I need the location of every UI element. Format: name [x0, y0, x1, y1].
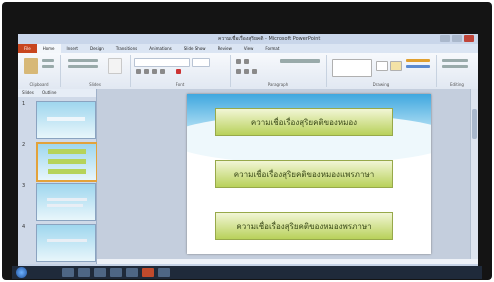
text-box[interactable]: ความเชื่อเรื่องสุริยคติของหมองแพรภาษา	[215, 160, 393, 188]
tab-slide-show[interactable]: Slide Show	[178, 44, 212, 53]
scrollbar-thumb[interactable]	[472, 109, 477, 139]
taskbar-media-icon[interactable]	[78, 268, 90, 277]
replace-icon[interactable]	[442, 65, 468, 68]
slide-number: 3	[22, 183, 26, 189]
ribbon: Clipboard Slides Font Paragraph Drawing …	[18, 53, 478, 90]
group-label-paragraph: Paragraph	[267, 82, 289, 87]
align-right-icon[interactable]	[252, 69, 257, 74]
thumb-text-line	[47, 239, 87, 242]
monitor-bezel: ความเชื่อเรื่องสุริยคติ - Microsoft Powe…	[2, 2, 492, 280]
thumb-box-3	[48, 169, 86, 174]
slide-number: 1	[22, 101, 26, 107]
new-slide-icon[interactable]	[108, 58, 122, 74]
italic-icon[interactable]	[144, 69, 149, 74]
slide-number: 4	[22, 224, 26, 230]
tab-format[interactable]: Format	[259, 44, 285, 53]
window-controls	[440, 35, 474, 42]
window-title: ความเชื่อเรื่องสุริยคติ - Microsoft Powe…	[218, 36, 321, 42]
group-label-clipboard: Clipboard	[29, 82, 49, 87]
align-left-icon[interactable]	[236, 69, 241, 74]
underline-icon[interactable]	[152, 69, 157, 74]
text-box-label: ความเชื่อเรื่องสุริยคติของหมอง	[250, 117, 358, 127]
numbering-icon[interactable]	[244, 59, 249, 64]
thumb-text-line	[47, 198, 87, 201]
arrange-icon[interactable]	[376, 61, 388, 71]
tab-view[interactable]: View	[238, 44, 260, 53]
taskbar-app-icon[interactable]	[110, 268, 122, 277]
tab-review[interactable]: Review	[212, 44, 238, 53]
tab-home[interactable]: Home	[36, 44, 61, 53]
thumb-text-line	[47, 204, 83, 207]
font-name-input[interactable]	[134, 58, 190, 67]
group-editing: Editing	[436, 55, 478, 87]
text-direction-icon[interactable]	[280, 59, 320, 63]
group-drawing: Drawing	[326, 55, 437, 87]
slide-editor: ความเชื่อเรื่องสุริยคติของหมอง ความเชื่อ…	[97, 89, 478, 259]
start-button-icon[interactable]	[16, 267, 27, 278]
text-box-label: ความเชื่อเรื่องสุริยคติของหมองพรภาษา	[236, 221, 372, 231]
find-icon[interactable]	[442, 59, 468, 62]
thumb-box-2	[48, 159, 86, 164]
shape-outline-icon[interactable]	[406, 65, 430, 68]
align-center-icon[interactable]	[244, 69, 249, 74]
current-slide[interactable]: ความเชื่อเรื่องสุริยคติของหมอง ความเชื่อ…	[187, 94, 431, 254]
thumb-box-1	[48, 149, 86, 154]
tab-animations[interactable]: Animations	[143, 44, 177, 53]
tab-outline-pane[interactable]: Outline	[42, 89, 56, 97]
bold-icon[interactable]	[136, 69, 141, 74]
group-paragraph: Paragraph	[230, 55, 327, 87]
cut-icon[interactable]	[42, 59, 54, 62]
thumb-title-placeholder	[47, 117, 85, 121]
vertical-scrollbar[interactable]	[470, 89, 478, 259]
pane-tabs: Slides Outline	[18, 89, 96, 97]
slide-number: 2	[22, 142, 26, 148]
bullets-icon[interactable]	[236, 59, 241, 64]
taskbar-powerpoint-icon[interactable]	[142, 268, 154, 277]
layout-icon[interactable]	[68, 59, 98, 62]
powerpoint-window: ความเชื่อเรื่องสุริยคติ - Microsoft Powe…	[18, 34, 478, 274]
tab-transitions[interactable]: Transitions	[110, 44, 143, 53]
maximize-icon[interactable]	[452, 35, 462, 42]
group-label-editing: Editing	[450, 82, 464, 87]
text-box[interactable]: ความเชื่อเรื่องสุริยคติของหมองพรภาษา	[215, 212, 393, 240]
thumbnail-image-selected[interactable]	[36, 142, 98, 182]
taskbar	[12, 266, 482, 279]
close-icon[interactable]	[464, 35, 474, 42]
taskbar-app-icon[interactable]	[126, 268, 138, 277]
thumbnail-image[interactable]	[36, 183, 96, 221]
thumbnail-image[interactable]	[36, 224, 96, 262]
taskbar-app-icon[interactable]	[158, 268, 170, 277]
group-label-font: Font	[175, 82, 185, 87]
shadow-icon[interactable]	[160, 69, 165, 74]
quick-styles-icon[interactable]	[390, 61, 402, 71]
group-clipboard: Clipboard	[18, 55, 61, 87]
tab-insert[interactable]: Insert	[61, 44, 84, 53]
group-label-slides: Slides	[89, 82, 101, 87]
minimize-icon[interactable]	[440, 35, 450, 42]
taskbar-browser-icon[interactable]	[94, 268, 106, 277]
shapes-gallery[interactable]	[332, 59, 372, 77]
thumbnail-image[interactable]	[36, 101, 96, 139]
taskbar-explorer-icon[interactable]	[62, 268, 74, 277]
copy-icon[interactable]	[42, 65, 54, 68]
font-size-input[interactable]	[192, 58, 210, 67]
text-box[interactable]: ความเชื่อเรื่องสุริยคติของหมอง	[215, 108, 393, 136]
group-font: Font	[130, 55, 231, 87]
shape-fill-icon[interactable]	[406, 59, 430, 62]
tab-design[interactable]: Design	[84, 44, 110, 53]
slides-pane: Slides Outline 1 2 3 4	[18, 89, 98, 264]
tab-slides-pane[interactable]: Slides	[22, 89, 34, 97]
title-bar: ความเชื่อเรื่องสุริยคติ - Microsoft Powe…	[18, 34, 478, 44]
group-slides: Slides	[60, 55, 131, 87]
text-box-label: ความเชื่อเรื่องสุริยคติของหมองแพรภาษา	[233, 169, 375, 179]
paste-icon[interactable]	[24, 58, 38, 74]
font-color-icon[interactable]	[176, 69, 181, 74]
group-label-drawing: Drawing	[372, 82, 390, 87]
ribbon-tabs: File Home Insert Design Transitions Anim…	[18, 44, 478, 53]
tab-file[interactable]: File	[18, 44, 37, 53]
reset-icon[interactable]	[68, 65, 98, 68]
